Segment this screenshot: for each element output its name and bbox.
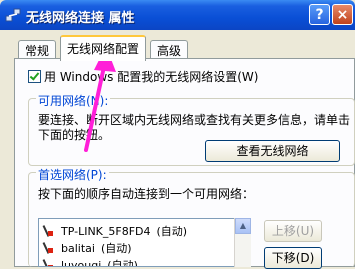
windows-config-label: 用 Windows 配置我的无线网络设置(W) (44, 70, 259, 84)
help-button[interactable]: ? (309, 4, 330, 25)
network-name: TP-LINK_5F8FD4 (61, 224, 151, 238)
network-name: luyouqi (61, 258, 102, 267)
tab-wireless-config[interactable]: 无线网络配置 (60, 35, 147, 61)
window-title: 无线网络连接 属性 (26, 11, 135, 26)
view-wireless-networks-button[interactable]: 查看无线网络 (205, 140, 340, 162)
wireless-network-icon (43, 242, 55, 254)
wireless-network-icon (43, 225, 55, 237)
list-item[interactable]: TP-LINK_5F8FD4 (自动) (43, 223, 187, 239)
wireless-network-icon (43, 259, 55, 266)
windows-config-checkbox[interactable] (28, 70, 41, 83)
windows-config-checkbox-row[interactable]: 用 Windows 配置我的无线网络设置(W) (28, 68, 258, 85)
preferred-networks-list[interactable]: TP-LINK_5F8FD4 (自动) balitai (自动) luyouqi… (38, 218, 250, 267)
available-networks-legend: 可用网络(N): (36, 92, 111, 109)
network-mode: (自动) (156, 225, 188, 238)
list-item[interactable]: balitai (自动) (43, 240, 132, 256)
network-name: balitai (61, 241, 95, 255)
network-connection-icon (5, 8, 21, 22)
move-up-button[interactable]: 上移(U) (264, 220, 322, 242)
list-scrollbar[interactable]: ▲ (234, 218, 251, 267)
network-mode: (自动) (100, 242, 132, 255)
network-mode: (自动) (107, 259, 138, 267)
scroll-up-arrow-icon[interactable]: ▲ (235, 218, 251, 234)
move-down-button[interactable]: 下移(D) (264, 247, 322, 269)
preferred-networks-legend: 首选网络(P): (36, 166, 109, 183)
available-networks-description: 要连接、断开区域内无线网络或查找有关更多信息，请单击下面的按钮。 (38, 113, 351, 142)
title-bar: 无线网络连接 属性 ? × (0, 0, 355, 30)
preferred-networks-description: 按下面的顺序自动连接到一个可用网络： (38, 187, 255, 201)
close-button[interactable]: × (332, 4, 353, 25)
list-item[interactable]: luyouqi (自动) (43, 257, 138, 267)
